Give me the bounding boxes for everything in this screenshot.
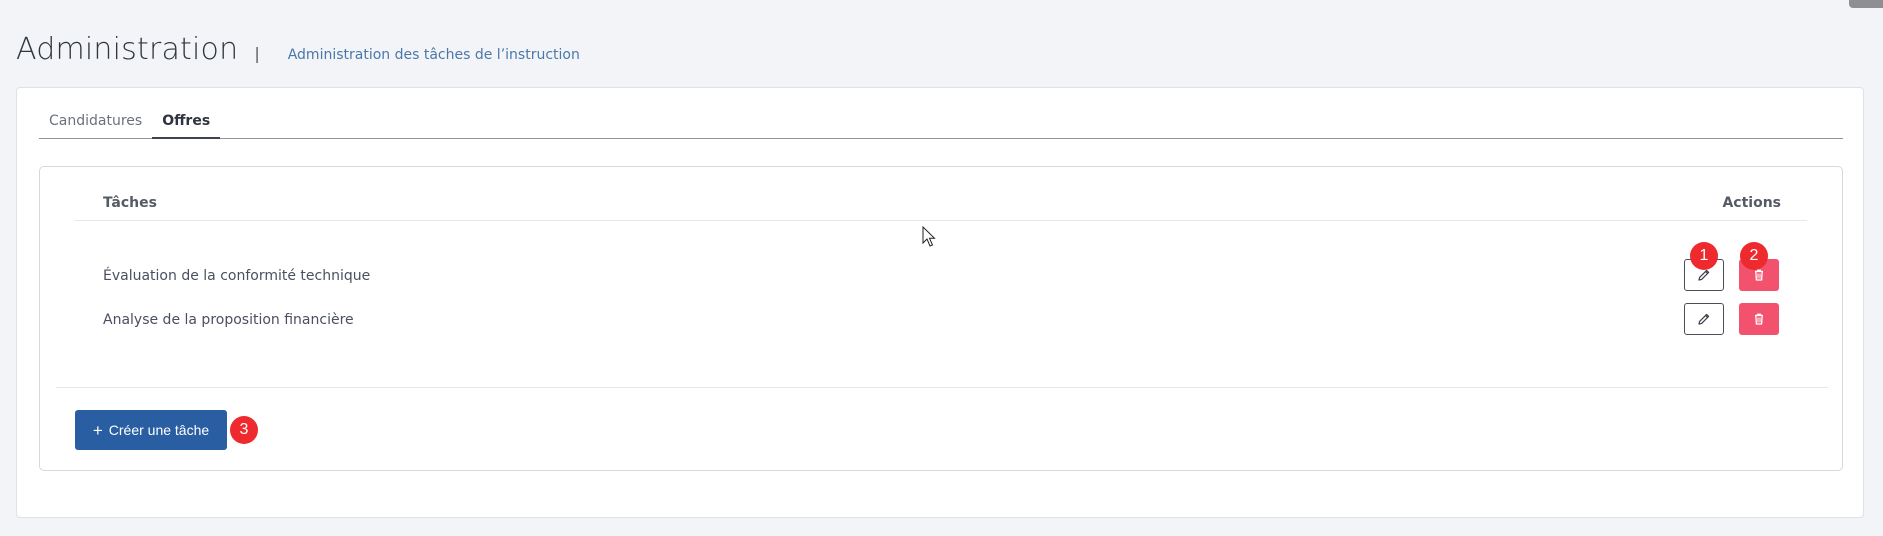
trash-icon <box>1755 269 1763 281</box>
annotation-marker-1: 1 <box>1690 242 1718 270</box>
mouse-cursor-icon <box>922 226 936 247</box>
delete-button[interactable] <box>1739 303 1779 335</box>
pencil-icon <box>1698 313 1710 325</box>
column-header-actions: Actions <box>1722 195 1781 211</box>
table-row: Évaluation de la conformité technique <box>40 259 1844 295</box>
task-label: Évaluation de la conformité technique <box>103 268 371 284</box>
create-task-label: Créer une tâche <box>108 422 210 438</box>
edit-button[interactable] <box>1684 303 1724 335</box>
create-task-button[interactable]: + Créer une tâche <box>75 410 227 450</box>
annotation-marker-3: 3 <box>230 416 258 444</box>
plus-icon: + <box>92 420 103 440</box>
tasks-panel: Tâches Actions Évaluation de la conformi… <box>39 166 1843 471</box>
page-title: Administration <box>16 32 239 67</box>
table-header: Tâches Actions <box>74 195 1807 221</box>
column-header-tasks: Tâches <box>103 195 157 211</box>
divider <box>56 387 1828 388</box>
trash-icon <box>1755 313 1763 325</box>
title-separator: | <box>254 44 260 63</box>
pencil-icon <box>1698 269 1710 281</box>
annotation-marker-2: 2 <box>1740 242 1768 270</box>
admin-card: Candidatures Offres Tâches Actions Évalu… <box>16 87 1864 518</box>
task-label: Analyse de la proposition financière <box>103 312 354 328</box>
page-subtitle: Administration des tâches de l’instructi… <box>287 47 580 63</box>
table-row: Analyse de la proposition financière <box>40 303 1844 339</box>
tab-candidatures[interactable]: Candidatures <box>39 112 152 139</box>
page-header: Administration | Administration des tâch… <box>16 32 580 67</box>
tab-bar: Candidatures Offres <box>39 112 1843 139</box>
tab-offres[interactable]: Offres <box>152 112 221 139</box>
corner-tab[interactable] <box>1849 0 1883 8</box>
